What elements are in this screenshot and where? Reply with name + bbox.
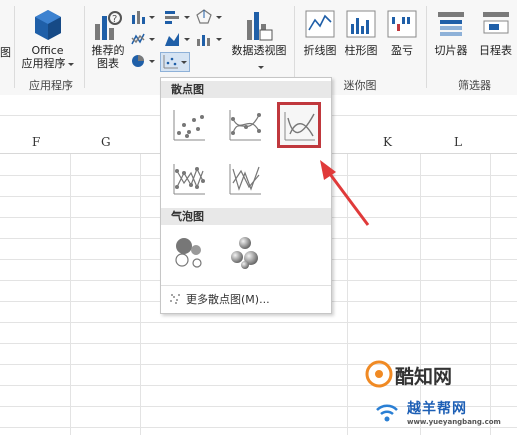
scatter-straight-markers-icon: [173, 164, 205, 195]
column-header-f[interactable]: F: [32, 135, 40, 149]
scatter-chart-dropdown: 散点图 气泡图 更多散点图(M)...: [160, 77, 332, 314]
sparkline-winloss-button[interactable]: 盈亏: [382, 4, 422, 72]
column-chart-button[interactable]: [130, 8, 156, 26]
line-chart-button[interactable]: [130, 30, 156, 48]
group-label-filters: 筛选器: [458, 79, 491, 92]
bubble-3d-option[interactable]: [225, 231, 265, 271]
bubble-3d-icon: [231, 237, 258, 269]
scatter-straight-lines-icon: [229, 164, 261, 195]
bar-chart-icon: [165, 11, 190, 24]
sparkline-winloss-icon: [387, 10, 417, 38]
scatter-smooth-lines-option[interactable]: [277, 102, 321, 148]
sparkline-column-label: 柱形图: [344, 44, 378, 57]
line-chart-icon: [131, 33, 155, 45]
timeline-icon: [483, 12, 509, 34]
watermark-wifi-icon: [376, 404, 398, 422]
chevron-down-icon: [258, 65, 264, 69]
sparkline-column-icon: [346, 10, 376, 38]
office-apps-label-2: 应用程序: [21, 57, 66, 70]
scatter-smooth-markers-option[interactable]: [225, 105, 265, 145]
pivot-chart-label: 数据透视图: [231, 44, 287, 57]
more-scatter-charts-label: 更多散点图(M)...: [186, 293, 270, 306]
bubble-section-header: 气泡图: [161, 208, 331, 225]
combo-chart-button[interactable]: [195, 30, 223, 48]
scatter-section-header: 散点图: [161, 81, 331, 98]
ribbon-cut-label: 图: [0, 46, 11, 59]
watermark-site-url: www.yueyangbang.com: [407, 418, 501, 426]
area-chart-icon: [165, 33, 190, 46]
more-scatter-charts-option[interactable]: 更多散点图(M)...: [161, 285, 331, 310]
office-apps-label-1: Office: [31, 44, 64, 57]
scatter-small-icon: [170, 294, 180, 304]
ribbon-separator: [294, 6, 295, 88]
scatter-straight-markers-option[interactable]: [169, 159, 209, 199]
slicer-label: 切片器: [434, 44, 468, 57]
bubble-option[interactable]: [169, 231, 209, 271]
watermark-logo-icon: [365, 360, 393, 388]
watermark-site-cn: 越羊帮网: [407, 401, 467, 417]
recommended-charts-icon: ?: [95, 11, 122, 40]
sparkline-column-button[interactable]: 柱形图: [341, 4, 381, 72]
ribbon-separator: [426, 6, 427, 88]
sparkline-winloss-label: 盈亏: [391, 44, 413, 57]
pivot-chart-button[interactable]: 数据透视图: [228, 4, 290, 72]
column-chart-icon: [132, 11, 155, 24]
stock-chart-button[interactable]: [195, 8, 223, 26]
bubble-icon: [175, 238, 202, 268]
sparkline-line-label: 折线图: [303, 44, 337, 57]
watermark: 酷知网 越羊帮网 www.yueyangbang.com: [365, 360, 515, 434]
recommended-charts-label-1: 推荐的: [91, 44, 125, 57]
column-header-l[interactable]: L: [454, 135, 462, 149]
watermark-brand: 酷知网: [395, 366, 453, 388]
timeline-button[interactable]: 日程表: [474, 4, 517, 72]
pivot-chart-icon: [247, 12, 273, 41]
pie-chart-button[interactable]: [130, 52, 156, 70]
recommended-charts-label-2: 图表: [97, 57, 119, 70]
column-header-k[interactable]: K: [383, 135, 392, 149]
ribbon-separator: [14, 6, 15, 88]
scatter-markers-only-option[interactable]: [169, 105, 209, 145]
pie-chart-icon: [132, 55, 155, 67]
scatter-smooth-markers-icon: [229, 110, 261, 141]
scatter-straight-lines-option[interactable]: [225, 159, 265, 199]
group-label-apps: 应用程序: [29, 79, 73, 92]
scatter-smooth-lines-icon: [284, 112, 315, 141]
slicer-icon: [438, 12, 464, 36]
scatter-markers-icon: [173, 110, 205, 141]
timeline-label: 日程表: [479, 44, 512, 57]
scatter-chart-icon: [163, 55, 187, 69]
recommended-charts-button[interactable]: ? 推荐的 图表: [88, 4, 128, 72]
svg-text:?: ?: [112, 14, 117, 25]
column-header-g[interactable]: G: [101, 135, 111, 149]
bar-chart-button[interactable]: [163, 8, 191, 26]
area-chart-button[interactable]: [163, 30, 191, 48]
sparkline-line-button[interactable]: 折线图: [300, 4, 340, 72]
office-apps-button[interactable]: Office 应用程序: [20, 4, 75, 72]
sparkline-line-icon: [305, 10, 335, 38]
scatter-chart-button[interactable]: [160, 52, 190, 72]
radar-chart-icon: [196, 9, 222, 24]
chevron-down-icon: [67, 62, 74, 66]
office-cube-icon: [35, 10, 61, 40]
ribbon-separator: [84, 6, 85, 88]
combo-chart-icon: [197, 35, 222, 46]
slicer-button[interactable]: 切片器: [429, 4, 473, 72]
